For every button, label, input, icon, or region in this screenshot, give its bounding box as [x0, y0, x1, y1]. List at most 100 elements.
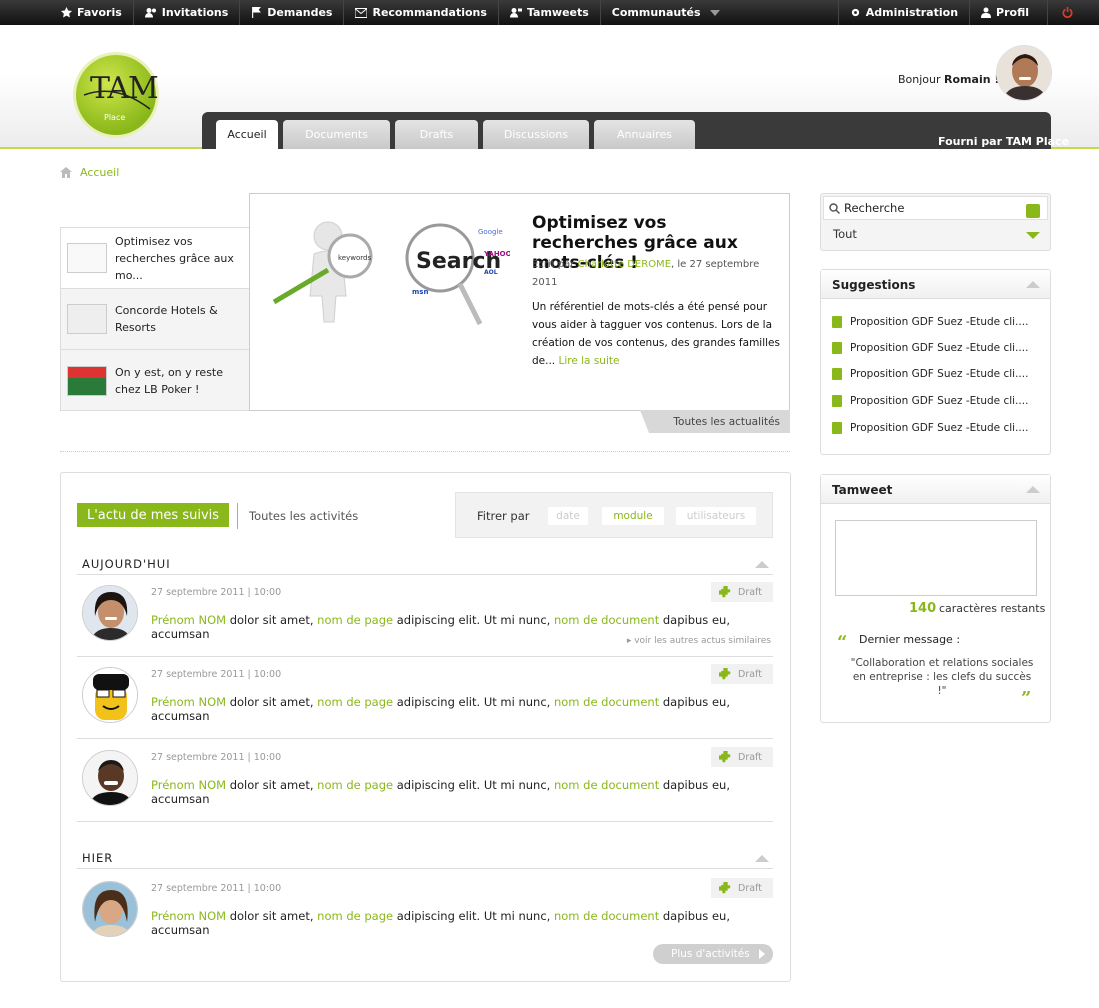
char-counter-label: caractères restants	[939, 602, 1046, 615]
tab-drafts[interactable]: Drafts	[395, 120, 478, 149]
divider	[60, 451, 790, 452]
post-page-link[interactable]: nom de page	[317, 909, 393, 923]
module-badge[interactable]: Draft	[711, 664, 773, 684]
featured-excerpt: Un référentiel de mots-clés a été pensé …	[532, 298, 782, 370]
logout-button[interactable]	[1048, 0, 1099, 25]
nav-invitations[interactable]: Invitations	[134, 0, 241, 25]
section-today-label: AUJOURD'HUI	[82, 557, 171, 571]
suggestion-item[interactable]: Proposition GDF Suez -Etude cli....	[832, 422, 1028, 434]
filter-bar: Fitrer par date module utilisateurs	[455, 492, 773, 538]
tab-documents[interactable]: Documents	[283, 120, 390, 149]
chevron-down-icon[interactable]	[1026, 232, 1040, 239]
filter-date[interactable]: date	[548, 507, 588, 525]
similar-news-link[interactable]: ▸ voir les autres actus similaires	[627, 636, 771, 646]
user-avatar[interactable]	[996, 45, 1052, 101]
activity-feed: L'actu de mes suivis Toutes les activité…	[60, 472, 791, 982]
last-message-text: "Collaboration et relations sociales en …	[850, 657, 1034, 697]
post-text: Prénom NOM dolor sit amet, nom de page a…	[151, 695, 773, 723]
post-document-link[interactable]: nom de document	[554, 613, 659, 627]
post-date: 27 septembre 2011 | 10:00	[151, 669, 282, 680]
nav-communautes[interactable]: Communautés	[601, 0, 731, 25]
news-item[interactable]: Concorde Hotels & Resorts	[61, 289, 249, 350]
nav-administration[interactable]: Administration	[837, 0, 971, 25]
post-page-link[interactable]: nom de page	[317, 695, 393, 709]
search-input[interactable]: Recherche	[823, 196, 1048, 220]
search-submit-button[interactable]	[1026, 204, 1040, 218]
document-icon	[832, 422, 842, 434]
nav-communautes-label: Communautés	[611, 6, 701, 19]
post-author-link[interactable]: Prénom NOM	[151, 695, 226, 709]
post-document-link[interactable]: nom de document	[554, 778, 659, 792]
module-badge-label: Draft	[738, 668, 762, 680]
suggestion-label: Proposition GDF Suez -Etude cli....	[850, 342, 1029, 354]
collapse-icon[interactable]	[1026, 486, 1040, 493]
post-page-link[interactable]: nom de page	[317, 778, 393, 792]
post-text-1: dolor sit amet,	[226, 909, 318, 923]
nav-profil[interactable]: Profil	[970, 0, 1048, 25]
news-item-title: Optimisez vos recherches grâce aux mo...	[115, 234, 234, 282]
suggestion-item[interactable]: Proposition GDF Suez -Etude cli....	[832, 368, 1028, 380]
post-avatar[interactable]	[82, 881, 138, 937]
post-avatar[interactable]	[82, 585, 138, 641]
document-icon	[832, 342, 842, 354]
puzzle-icon	[719, 667, 731, 679]
news-item[interactable]: On y est, on y reste chez LB Poker !	[61, 350, 249, 411]
nav-favoris-label: Favoris	[77, 6, 122, 19]
featured-author[interactable]: Charlotte DEROME	[578, 259, 671, 270]
collapse-icon[interactable]	[1026, 281, 1040, 288]
post-document-link[interactable]: nom de document	[554, 695, 659, 709]
read-more-link[interactable]: Lire la suite	[558, 355, 619, 367]
post-author-link[interactable]: Prénom NOM	[151, 613, 226, 627]
svg-text:msn: msn	[412, 288, 428, 296]
filter-module[interactable]: module	[602, 507, 664, 525]
search-icon	[829, 203, 840, 214]
nav-tamweets[interactable]: Tamweets	[499, 0, 601, 25]
tamweet-input[interactable]	[835, 520, 1037, 596]
svg-text:AOL: AOL	[484, 269, 498, 276]
nav-recommandations[interactable]: Recommandations	[344, 0, 499, 25]
tab-accueil[interactable]: Accueil	[216, 120, 278, 149]
featured-image: keywords Search Google YAHOO! AOL msn	[272, 221, 510, 326]
nav-demandes[interactable]: Demandes	[240, 0, 345, 25]
tab-my-follows[interactable]: L'actu de mes suivis	[77, 503, 229, 527]
site-header: TAM Place Bonjour Romain ! Accueil Docum…	[0, 25, 1099, 149]
collapse-icon[interactable]	[755, 855, 769, 862]
more-activities-button[interactable]: Plus d'activités	[653, 944, 773, 964]
tab-discussions[interactable]: Discussions	[483, 120, 589, 149]
module-badge[interactable]: Draft	[711, 878, 773, 898]
post-avatar[interactable]	[82, 750, 138, 806]
all-news-link[interactable]: Toutes les actualités	[640, 410, 790, 433]
news-item[interactable]: Optimisez vos recherches grâce aux mo...	[61, 228, 249, 289]
post-text-1: dolor sit amet,	[226, 778, 318, 792]
breadcrumb-home[interactable]: Accueil	[80, 166, 119, 179]
char-counter: 140	[909, 601, 937, 616]
tab-annuaires[interactable]: Annuaires	[594, 120, 695, 149]
post-page-link[interactable]: nom de page	[317, 613, 393, 627]
post-author-link[interactable]: Prénom NOM	[151, 909, 226, 923]
post-document-link[interactable]: nom de document	[554, 909, 659, 923]
module-badge[interactable]: Draft	[711, 747, 773, 767]
nav-invitations-label: Invitations	[161, 6, 229, 19]
collapse-icon[interactable]	[755, 561, 769, 568]
search-placeholder: Recherche	[844, 201, 905, 215]
tab-documents-label: Documents	[305, 128, 368, 141]
tab-all-activities[interactable]: Toutes les activités	[249, 509, 358, 523]
suggestion-label: Proposition GDF Suez -Etude cli....	[850, 422, 1029, 434]
suggestion-item[interactable]: Proposition GDF Suez -Etude cli....	[832, 316, 1028, 328]
section-yesterday-label: HIER	[82, 851, 114, 865]
activity-post: 27 septembre 2011 | 10:00 Prénom NOM dol…	[77, 740, 773, 822]
suggestion-item[interactable]: Proposition GDF Suez -Etude cli....	[832, 342, 1028, 354]
envelope-icon	[355, 7, 368, 18]
nav-favoris[interactable]: Favoris	[0, 0, 134, 25]
filter-users[interactable]: utilisateurs	[676, 507, 756, 525]
module-badge[interactable]: Draft	[711, 582, 773, 602]
tab-drafts-label: Drafts	[419, 128, 454, 141]
document-icon	[832, 368, 842, 380]
post-author-link[interactable]: Prénom NOM	[151, 778, 226, 792]
document-icon	[832, 316, 842, 328]
post-avatar[interactable]	[82, 667, 138, 723]
tam-place-logo[interactable]: TAM Place	[76, 55, 159, 135]
filter-label: Fitrer par	[477, 509, 530, 523]
suggestion-item[interactable]: Proposition GDF Suez -Etude cli....	[832, 395, 1028, 407]
search-scope-select[interactable]: Tout	[833, 227, 857, 241]
